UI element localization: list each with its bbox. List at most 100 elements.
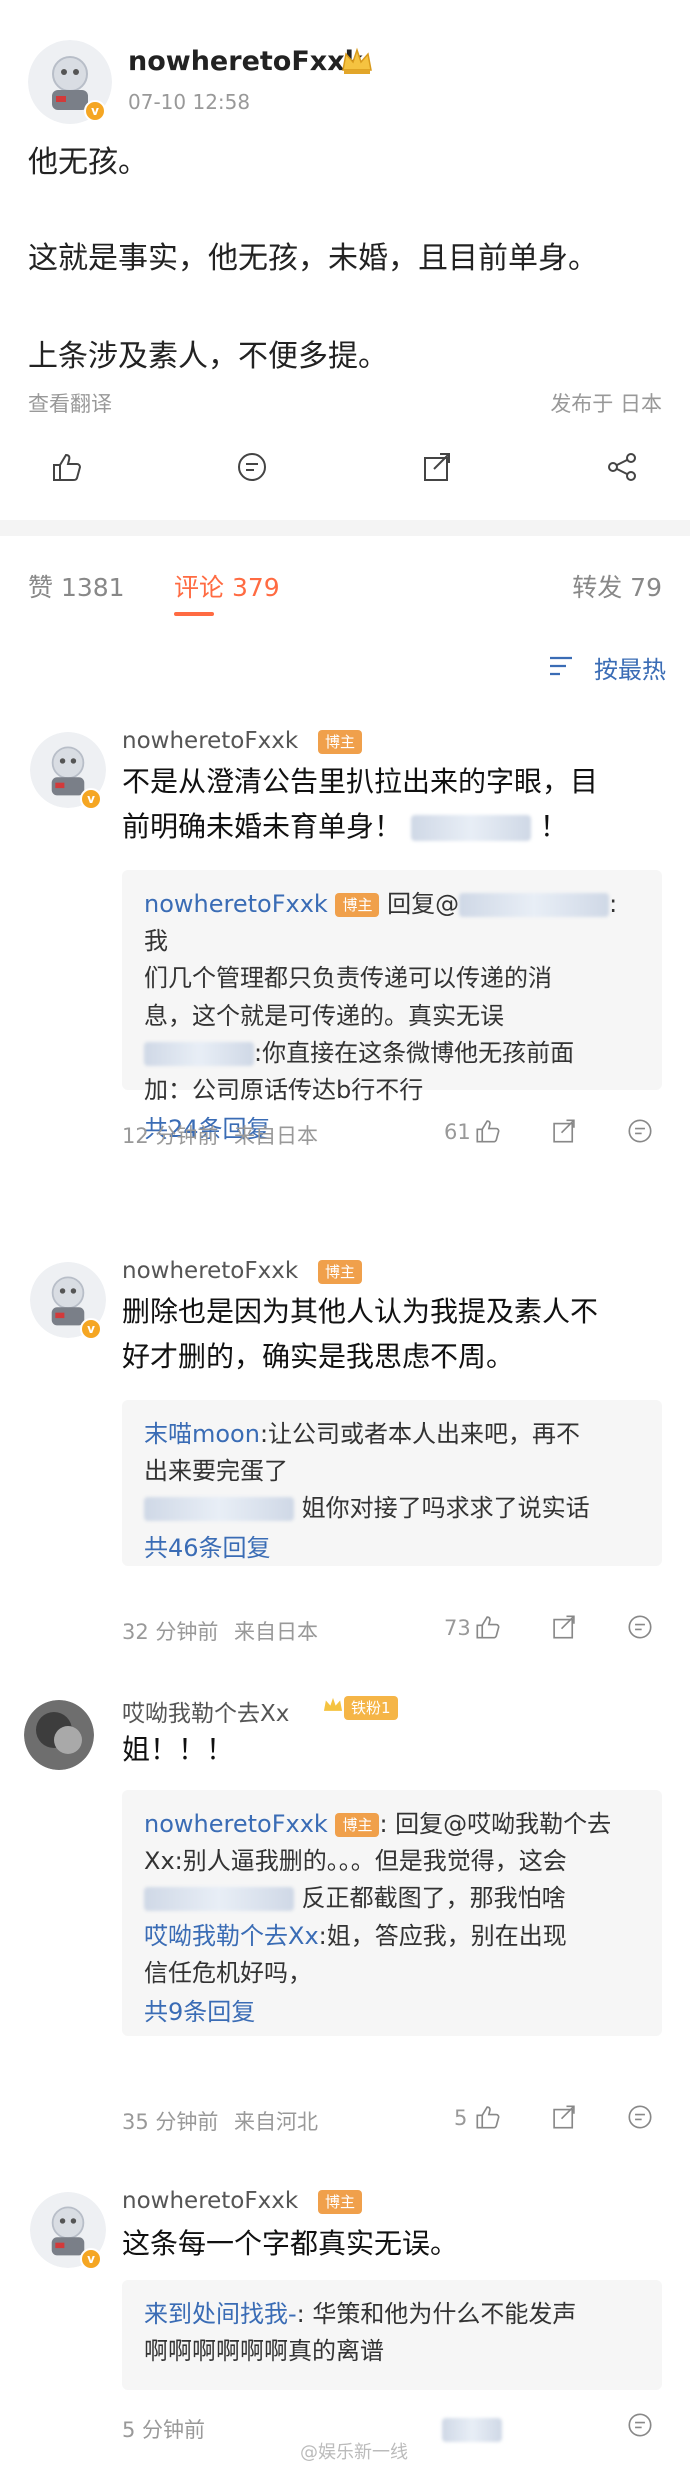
reply-preview[interactable]: 末喵moon:让公司或者本人出来吧，再不 出来要完蛋了 姐你对接了吗求求了说实话…: [122, 1400, 662, 1566]
reply-author[interactable]: nowheretoFxxk: [144, 890, 328, 918]
reply-preview[interactable]: nowheretoFxxk 博主 回复@:我 们几个管理都只负责传递可以传递的消…: [122, 870, 662, 1143]
repost-icon[interactable]: [550, 1117, 578, 1150]
comment-text: 这条每一个字都真实无误。: [122, 2222, 662, 2267]
reply-line: Xx:别人逼我删的。。。但是我觉得，这会: [144, 1847, 567, 1876]
like-icon[interactable]: [50, 450, 84, 488]
post-card: v nowheretoFxxk 07-10 12:58 他无孩。 这就是事实，他…: [0, 0, 690, 520]
view-replies-link[interactable]: 共9条回复: [144, 1992, 640, 2033]
commenter-name[interactable]: nowheretoFxxk: [122, 728, 298, 754]
comment-line: 姐！！！: [122, 1733, 235, 1766]
comment-time: 5 分钟前: [122, 2418, 206, 2442]
verified-badge-icon: v: [80, 2248, 102, 2270]
reply-text: :让公司或者本人出来吧，再不: [259, 1420, 581, 1448]
author-name[interactable]: nowheretoFxxk: [128, 46, 363, 77]
post-line-3: 上条涉及素人，不便多提。: [28, 339, 388, 374]
reply-text: :你直接在这条微博他无孩前面: [254, 1038, 575, 1067]
comment-text: 删除也是因为其他人认为我提及素人不 好才删的，确实是我思虑不周。: [122, 1290, 662, 1380]
reply-author[interactable]: 来到处间找我-: [144, 2300, 297, 2328]
comment-icon[interactable]: [626, 2411, 654, 2444]
comment-source: 来自日本: [234, 1124, 318, 1148]
comment-text: 不是从澄清公告里扒拉出来的字眼，目 前明确未婚未育单身！ ！: [122, 760, 662, 850]
reply-line: 加：公司原话传达b行不行: [144, 1075, 424, 1104]
reply-line: 们几个管理都只负责传递可以传递的消: [144, 964, 552, 993]
reply-preview[interactable]: 来到处间找我-: 华策和他为什么不能发声 啊啊啊啊啊啊真的离谱: [122, 2280, 662, 2390]
reply-prefix: 回复@: [387, 890, 460, 918]
verified-badge-icon: v: [80, 788, 102, 810]
reply-author[interactable]: nowheretoFxxk: [144, 1810, 328, 1838]
like-icon[interactable]: [474, 1117, 502, 1150]
comment-item: v nowheretoFxxk 博主 删除也是因为其他人认为我提及素人不 好才删…: [0, 1250, 690, 1670]
comment-time: 32 分钟前: [122, 1620, 219, 1644]
comment-line: 这条每一个字都真实无误。: [122, 2227, 459, 2260]
tab-likes[interactable]: 赞 1381: [28, 568, 125, 604]
reply-line: :你直接在这条微博他无孩前面: [144, 1035, 640, 1072]
comment-icon[interactable]: [235, 450, 269, 488]
redacted-text: [144, 1041, 254, 1066]
repost-icon[interactable]: [420, 450, 454, 488]
reply-author[interactable]: 哎呦我勒个去Xx: [144, 1922, 319, 1950]
post-line-1: 他无孩。: [28, 145, 148, 180]
comment-line: 删除也是因为其他人认为我提及素人不: [122, 1295, 599, 1328]
commenter-name[interactable]: nowheretoFxxk: [122, 1258, 298, 1284]
share-icon[interactable]: [605, 450, 639, 488]
sort-icon[interactable]: [548, 654, 578, 684]
verified-badge-icon: v: [84, 100, 106, 122]
section-divider: [0, 520, 690, 536]
fan-crown-icon: [322, 1694, 344, 1720]
reply-line: nowheretoFxxk 博主: 回复@哎呦我勒个去: [144, 1806, 640, 1843]
redacted-text: [459, 893, 610, 917]
like-count: 61: [444, 1120, 471, 1144]
comment-icon[interactable]: [626, 2103, 654, 2136]
comment-footer: 32 分钟前 来自日本 73: [122, 1613, 662, 1652]
reply-text: :姐，答应我，别在出现: [318, 1921, 567, 1950]
reply-line: 息，这个就是可传递的。真实无误: [144, 1001, 504, 1030]
comment-text: 姐！！！: [122, 1728, 662, 1773]
like-icon[interactable]: [474, 1613, 502, 1646]
commenter-name[interactable]: 哎呦我勒个去Xx: [122, 1694, 289, 1728]
repost-icon[interactable]: [550, 2103, 578, 2136]
comment-line-end: ！: [539, 809, 568, 843]
stats-tabs: 赞 1381 评论 379 转发 79: [0, 550, 690, 620]
reply-line: 哎呦我勒个去Xx:姐，答应我，别在出现: [144, 1918, 640, 1955]
comment-icon[interactable]: [626, 1613, 654, 1646]
commenter-name[interactable]: nowheretoFxxk: [122, 2188, 298, 2214]
comment-line: 不是从澄清公告里扒拉出来的字眼，目: [122, 765, 599, 798]
redacted-text: [144, 1887, 294, 1912]
reply-text: : 回复@哎呦我勒个去: [379, 1810, 612, 1838]
reply-author[interactable]: 末喵moon: [144, 1420, 260, 1448]
reply-preview[interactable]: nowheretoFxxk 博主: 回复@哎呦我勒个去 Xx:别人逼我删的。。。…: [122, 1790, 662, 2036]
like-icon[interactable]: [474, 2103, 502, 2136]
active-tab-indicator: [174, 612, 214, 616]
translate-link[interactable]: 查看翻译: [28, 388, 112, 418]
redacted-text: [410, 814, 531, 841]
blogger-tag: 博主: [335, 893, 380, 917]
tab-reposts[interactable]: 转发 79: [572, 568, 662, 604]
reply-text: : 华策和他为什么不能发声: [296, 2300, 577, 2328]
post-location: 发布于 日本: [550, 392, 662, 416]
comment-source: 来自日本: [234, 1620, 318, 1644]
tab-comments[interactable]: 评论 379: [174, 568, 280, 604]
reply-line: 来到处间找我-: 华策和他为什么不能发声: [144, 2296, 640, 2333]
blogger-tag: 博主: [318, 1260, 363, 1284]
redacted-text: [442, 2418, 502, 2442]
reply-line: 姐你对接了吗求求了说实话: [144, 1490, 640, 1527]
like-count: 73: [444, 1616, 471, 1640]
comment-item: v nowheretoFxxk 博主 不是从澄清公告里扒拉出来的字眼，目 前明确…: [0, 720, 690, 1200]
comment-line-text: 前明确未婚未育单身！: [122, 809, 403, 843]
reply-text: 反正都截图了，那我怕啥: [301, 1884, 566, 1913]
comment-icon[interactable]: [626, 1117, 654, 1150]
reply-text: 姐你对接了吗求求了说实话: [301, 1494, 590, 1523]
crown-icon: [340, 46, 374, 80]
sort-hot-button[interactable]: 按最热: [594, 650, 666, 685]
blogger-tag: 博主: [318, 2190, 363, 2214]
repost-icon[interactable]: [550, 1613, 578, 1646]
view-replies-link[interactable]: 共46条回复: [144, 1528, 640, 1569]
verified-badge-icon: v: [80, 1318, 102, 1340]
redacted-text: [144, 1497, 294, 1522]
like-count: 5: [454, 2106, 468, 2130]
reply-line: 末喵moon:让公司或者本人出来吧，再不: [144, 1416, 640, 1453]
post-timestamp: 07-10 12:58: [128, 90, 251, 114]
commenter-avatar[interactable]: [24, 1700, 94, 1770]
watermark: @娱乐新一线: [300, 2442, 408, 2463]
fan-tag: 铁粉1: [344, 1696, 398, 1720]
